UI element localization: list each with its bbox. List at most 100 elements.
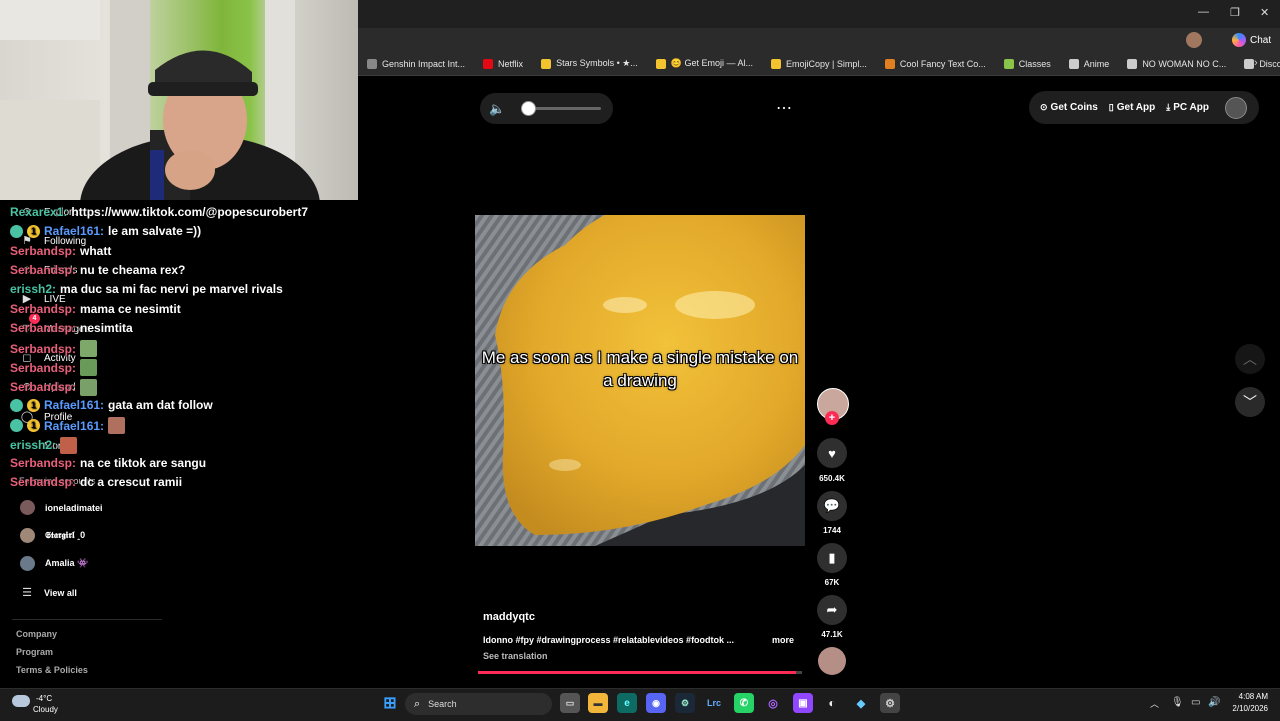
- chat-username: Rafael161: [44, 418, 101, 433]
- save-button[interactable]: ▮: [817, 543, 847, 573]
- bookmark-item[interactable]: 😊 Get Emoji — Al...: [647, 58, 762, 69]
- bookmark-item[interactable]: Classes: [995, 58, 1060, 69]
- chat-message: 1 Rafael161: le am salvate =)): [10, 224, 201, 238]
- twitch-icon[interactable]: ▣: [793, 693, 813, 713]
- discord-icon[interactable]: ◉: [646, 693, 666, 713]
- previous-video-chevron-up-icon[interactable]: ︿: [1235, 344, 1265, 374]
- share-button[interactable]: ➦: [817, 595, 847, 625]
- chat-message: erissh2: ma duc sa mi fac nervi pe marvel…: [10, 282, 283, 296]
- sidebar-footer-link[interactable]: Program: [16, 647, 53, 657]
- get-coins-button[interactable]: ⊙ Get Coins: [1040, 102, 1098, 113]
- pc-app-button[interactable]: ⤓ PC App: [1166, 102, 1209, 113]
- whatsapp-icon[interactable]: ✆: [734, 693, 754, 713]
- bookmark-label: Stars Symbols • ★...: [556, 58, 638, 68]
- sound-disc-avatar[interactable]: [818, 647, 846, 675]
- more-options-icon[interactable]: ⋯: [776, 98, 793, 118]
- chat-username: Serbandsp: [10, 341, 73, 356]
- github-icon[interactable]: ◐: [822, 693, 842, 713]
- chat-username: Serbandsp: [10, 243, 73, 258]
- profile-avatar[interactable]: [1186, 32, 1202, 48]
- chat-emote: [80, 378, 98, 396]
- chat-message: Serbandsp: nu te cheama rex?: [10, 263, 185, 277]
- bookmark-item[interactable]: NO WOMAN NO C...: [1118, 58, 1235, 69]
- bookmark-label: 😊 Get Emoji — Al...: [670, 58, 754, 68]
- chat-message: Serbandsp: whatt: [10, 244, 111, 258]
- speaker-icon[interactable]: 🔈: [489, 101, 505, 117]
- weather-description[interactable]: Cloudy: [33, 705, 58, 714]
- volume-tray-icon[interactable]: 🔊: [1208, 697, 1220, 708]
- app-diamond-icon[interactable]: ◆: [851, 693, 871, 713]
- minimize-icon[interactable]: —: [1198, 6, 1209, 18]
- bookmark-favicon-icon: [1003, 58, 1014, 69]
- like-button[interactable]: ♥: [817, 438, 847, 468]
- network-icon[interactable]: ▭: [1191, 697, 1200, 708]
- sidebar-footer-link[interactable]: Terms & Policies: [16, 665, 88, 675]
- next-video-chevron-down-icon[interactable]: ﹀: [1235, 387, 1265, 417]
- following-account-item[interactable]: 𝕾𝖙𝖆𝖗𝖌𝖎𝖗𝖑 ꞈ0: [20, 528, 85, 543]
- chat-separator: :: [100, 418, 105, 433]
- copilot-icon: [1232, 33, 1246, 47]
- chat-separator: :: [72, 262, 77, 277]
- comment-count: 1744: [823, 526, 841, 535]
- lightroom-icon[interactable]: Lrc: [704, 693, 724, 713]
- copilot-chat-button[interactable]: Chat: [1232, 31, 1271, 49]
- see-translation-link[interactable]: See translation: [483, 651, 548, 661]
- bookmark-item[interactable]: Cool Fancy Text Co...: [876, 58, 995, 69]
- follow-plus-icon[interactable]: +: [825, 411, 839, 425]
- steam-icon[interactable]: ⚙: [675, 693, 695, 713]
- volume-control[interactable]: 🔈: [480, 93, 613, 124]
- bookmark-favicon-icon: [483, 58, 494, 69]
- search-icon: ⌕: [414, 697, 421, 710]
- weather-temperature[interactable]: -4°C: [36, 694, 52, 703]
- bookmark-label: Netflix: [498, 58, 524, 69]
- pc-app-label: PC App: [1173, 102, 1209, 113]
- clock-date[interactable]: 2/10/2026: [1225, 704, 1268, 713]
- chat-emote: [80, 359, 98, 377]
- file-explorer-icon[interactable]: ▬: [588, 693, 608, 713]
- task-view-icon[interactable]: ▭: [560, 693, 580, 713]
- sidebar-footer-link[interactable]: Company: [16, 629, 57, 639]
- chat-text: le am salvate =)): [108, 224, 202, 239]
- tray-chevron-up-icon[interactable]: ︿: [1150, 697, 1159, 710]
- chat-username: erissh2: [10, 282, 53, 297]
- get-app-button[interactable]: ▯ Get App: [1109, 102, 1155, 113]
- description-more-button[interactable]: more: [772, 635, 794, 645]
- microphone-icon[interactable]: 🎙: [1171, 697, 1184, 708]
- chat-sub-badge: 1: [27, 224, 40, 238]
- top-actions-bar: ⊙ Get Coins ▯ Get App ⤓ PC App: [1029, 91, 1259, 124]
- chat-platform-badge-icon: [10, 224, 23, 238]
- chat-message: Rexarex1: https://www.tiktok.com/@popescu…: [10, 205, 308, 219]
- bookmark-item[interactable]: Anime: [1060, 58, 1119, 69]
- video-progress-track[interactable]: [478, 671, 802, 674]
- bookmark-item[interactable]: Genshin Impact Int...: [358, 58, 474, 69]
- video-author[interactable]: maddyqtc: [483, 611, 535, 623]
- windows-start-icon[interactable]: ⊞: [380, 693, 400, 713]
- comment-button[interactable]: 💬: [817, 491, 847, 521]
- obs-icon[interactable]: ◎: [763, 693, 783, 713]
- account-avatar: [20, 556, 35, 571]
- restore-icon[interactable]: ❐: [1230, 6, 1240, 19]
- following-account-item[interactable]: ioneladimatei: [20, 500, 103, 515]
- windows-taskbar: [0, 688, 1280, 721]
- user-avatar[interactable]: [1224, 96, 1247, 119]
- bookmark-item[interactable]: Stars Symbols • ★...: [532, 58, 647, 69]
- webcam-overlay: [0, 0, 358, 200]
- taskbar-search-box[interactable]: ⌕ Search: [405, 693, 552, 715]
- chat-separator: :: [72, 475, 77, 490]
- settings-gear-icon[interactable]: ⚙: [880, 693, 900, 713]
- close-icon[interactable]: ✕: [1260, 6, 1269, 19]
- cloud-weather-icon[interactable]: [12, 695, 30, 707]
- following-account-item[interactable]: Amalia 👾: [20, 556, 88, 571]
- chat-label: Chat: [1250, 34, 1272, 46]
- edge-browser-icon[interactable]: e: [617, 693, 637, 713]
- chat-username: Serbandsp: [10, 455, 73, 470]
- volume-slider-thumb[interactable]: [520, 101, 536, 116]
- chat-separator: :: [72, 301, 77, 316]
- chat-separator: :: [52, 282, 57, 297]
- bookmarks-overflow-chevron-icon[interactable]: ›: [1254, 57, 1258, 69]
- bookmark-item[interactable]: Netflix: [474, 58, 532, 69]
- view-all-button[interactable]: ☰ View all: [20, 586, 77, 600]
- share-arrow-icon: ➦: [826, 602, 838, 617]
- clock-time[interactable]: 4:08 AM: [1225, 692, 1268, 701]
- bookmark-item[interactable]: EmojiCopy | Simpl...: [762, 58, 876, 69]
